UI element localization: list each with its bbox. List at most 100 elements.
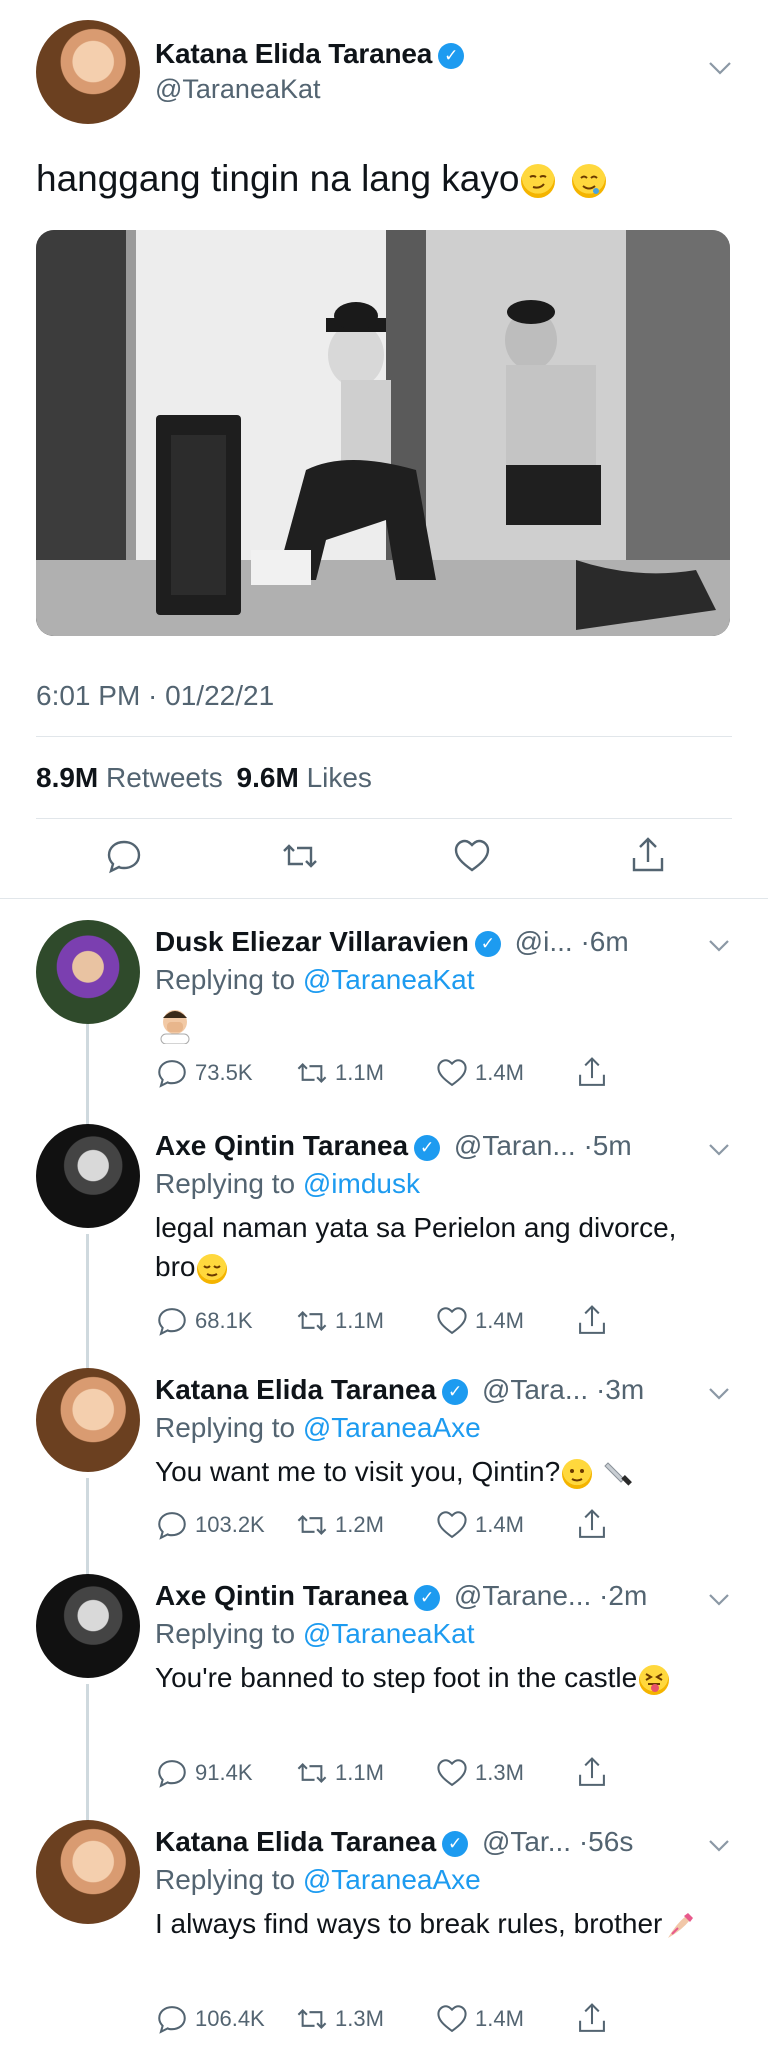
reply-tweet[interactable]: Axe Qintin Taranea ✓ @Taran... ·5m Replyi… [0, 1110, 768, 1350]
replying-to-prefix: Replying to [155, 1618, 296, 1649]
chevron-down-icon[interactable] [706, 58, 734, 78]
share-icon [579, 1305, 605, 1334]
author-name[interactable]: Katana Elida Taranea [155, 1826, 436, 1857]
tweet-text-content: hanggang tingin na lang kayo [36, 158, 520, 199]
slight-smile-emoji-icon [562, 1458, 593, 1489]
reply-text: I always find ways to break rules, broth… [155, 1904, 715, 1943]
like-count: 1.3M [475, 1760, 524, 1785]
replying-to-handle[interactable]: @TaraneaAxe [303, 1412, 481, 1443]
author-name[interactable]: Dusk Eliezar Villaravien [155, 926, 469, 957]
replying-to-handle[interactable]: @TaraneaAxe [303, 1864, 481, 1895]
verified-badge-icon: ✓ [438, 43, 465, 69]
author-name[interactable]: Axe Qintin Taranea [155, 1580, 408, 1611]
author-handle[interactable]: @Tarane... [454, 1580, 591, 1611]
replying-to-prefix: Replying to [155, 1412, 296, 1443]
reply-tweet[interactable]: Katana Elida Taranea ✓ @Tar... ·56s Reply… [0, 1806, 768, 2048]
author-handle[interactable]: @i... [515, 926, 573, 957]
chevron-down-icon[interactable] [706, 936, 732, 954]
reply-retweet-action[interactable]: 1.1M [295, 1756, 384, 1790]
relieved-emoji-icon [197, 1253, 228, 1284]
reply-like-action[interactable]: 1.4M [435, 2002, 524, 2036]
nail-polish-emoji-icon [668, 1912, 694, 1938]
reply-retweet-action[interactable]: 1.1M [295, 1056, 384, 1090]
avatar[interactable] [36, 920, 140, 1024]
replying-to-handle[interactable]: @TaraneaKat [303, 1618, 475, 1649]
retweet-icon[interactable] [280, 836, 320, 876]
reply-share-action[interactable] [575, 2002, 609, 2036]
reply-share-action[interactable] [575, 1056, 609, 1090]
reply-time[interactable]: ·3m [596, 1374, 644, 1405]
share-icon[interactable] [628, 836, 668, 876]
likes-label[interactable]: Likes [307, 762, 372, 793]
retweets-count[interactable]: 8.9M [36, 762, 98, 793]
chevron-down-icon[interactable] [706, 1590, 732, 1608]
reply-like-action[interactable]: 1.3M [435, 1756, 524, 1790]
retweet-icon [297, 1515, 327, 1535]
reply-like-action[interactable]: 1.4M [435, 1056, 524, 1090]
tweet-timestamp[interactable]: 6:01 PM · 01/22/21 [36, 680, 274, 712]
reply-time[interactable]: ·6m [580, 926, 628, 957]
retweet-icon [297, 1311, 327, 1331]
author-name[interactable]: Axe Qintin Taranea [155, 1130, 408, 1161]
comment-count: 103.2K [195, 1512, 265, 1537]
share-icon [579, 2003, 605, 2032]
reply-comment-action[interactable]: 68.1K [155, 1304, 253, 1338]
comment-count: 106.4K [195, 2006, 265, 2031]
like-icon [437, 1059, 467, 1087]
like-icon [437, 1307, 467, 1335]
comment-count: 73.5K [195, 1060, 253, 1085]
tweet-photo[interactable] [36, 230, 730, 636]
reply-retweet-action[interactable]: 1.2M [295, 1508, 384, 1542]
verified-badge-icon: ✓ [474, 931, 501, 957]
like-icon [437, 2005, 467, 2033]
avatar[interactable] [36, 1368, 140, 1472]
reply-actions: 103.2K 1.2M 1.4M [155, 1508, 615, 1544]
reply-tweet[interactable]: Katana Elida Taranea ✓ @Tara... ·3m Reply… [0, 1354, 768, 1554]
author-name[interactable]: Katana Elida Taranea ✓ [155, 38, 465, 70]
reply-text: You want me to visit you, Qintin? [155, 1452, 715, 1491]
author-handle[interactable]: @Tara... [482, 1374, 588, 1405]
avatar[interactable] [36, 20, 140, 124]
reply-comment-action[interactable]: 103.2K [155, 1508, 265, 1542]
reply-share-action[interactable] [575, 1508, 609, 1542]
chevron-down-icon[interactable] [706, 1836, 732, 1854]
chevron-down-icon[interactable] [706, 1384, 732, 1402]
reply-time[interactable]: ·56s [579, 1826, 633, 1857]
reply-retweet-action[interactable]: 1.3M [295, 2002, 384, 2036]
retweets-label[interactable]: Retweets [106, 762, 223, 793]
reply-comment-action[interactable]: 73.5K [155, 1056, 253, 1090]
reply-comment-action[interactable]: 91.4K [155, 1756, 253, 1790]
retweet-icon [297, 2009, 327, 2029]
replying-to-handle[interactable]: @imdusk [303, 1168, 420, 1199]
reply-actions: 73.5K 1.1M 1.4M [155, 1056, 615, 1092]
author-handle[interactable]: @Tar... [482, 1826, 571, 1857]
reply-share-action[interactable] [575, 1304, 609, 1338]
avatar[interactable] [36, 1574, 140, 1678]
verified-badge-icon: ✓ [442, 1831, 469, 1857]
author-handle[interactable]: @Taran... [454, 1130, 576, 1161]
reply-retweet-action[interactable]: 1.1M [295, 1304, 384, 1338]
replying-to-handle[interactable]: @TaraneaKat [303, 964, 475, 995]
chevron-down-icon[interactable] [706, 1140, 732, 1158]
likes-count[interactable]: 9.6M [237, 762, 299, 793]
reply-icon[interactable] [104, 836, 144, 876]
divider [36, 736, 732, 737]
avatar[interactable] [36, 1124, 140, 1228]
reply-text: legal naman yata sa Perielon ang divorce… [155, 1208, 715, 1286]
knife-emoji-icon [604, 1461, 632, 1486]
reply-like-action[interactable]: 1.4M [435, 1304, 524, 1338]
reply-tweet[interactable]: Dusk Eliezar Villaravien ✓ @i... ·6m Repl… [0, 906, 768, 1102]
reply-comment-action[interactable]: 106.4K [155, 2002, 265, 2036]
photo-image [36, 230, 730, 636]
author-handle[interactable]: @TaraneaKat [155, 74, 321, 105]
tweet-stats: 8.9M Retweets 9.6M Likes [36, 762, 372, 794]
reply-like-action[interactable]: 1.4M [435, 1508, 524, 1542]
reply-icon [158, 1308, 186, 1336]
reply-tweet[interactable]: Axe Qintin Taranea ✓ @Tarane... ·2m Reply… [0, 1560, 768, 1800]
reply-time[interactable]: ·5m [583, 1130, 631, 1161]
reply-time[interactable]: ·2m [599, 1580, 647, 1611]
author-name[interactable]: Katana Elida Taranea [155, 1374, 436, 1405]
avatar[interactable] [36, 1820, 140, 1924]
like-icon[interactable] [452, 836, 492, 876]
reply-share-action[interactable] [575, 1756, 609, 1790]
